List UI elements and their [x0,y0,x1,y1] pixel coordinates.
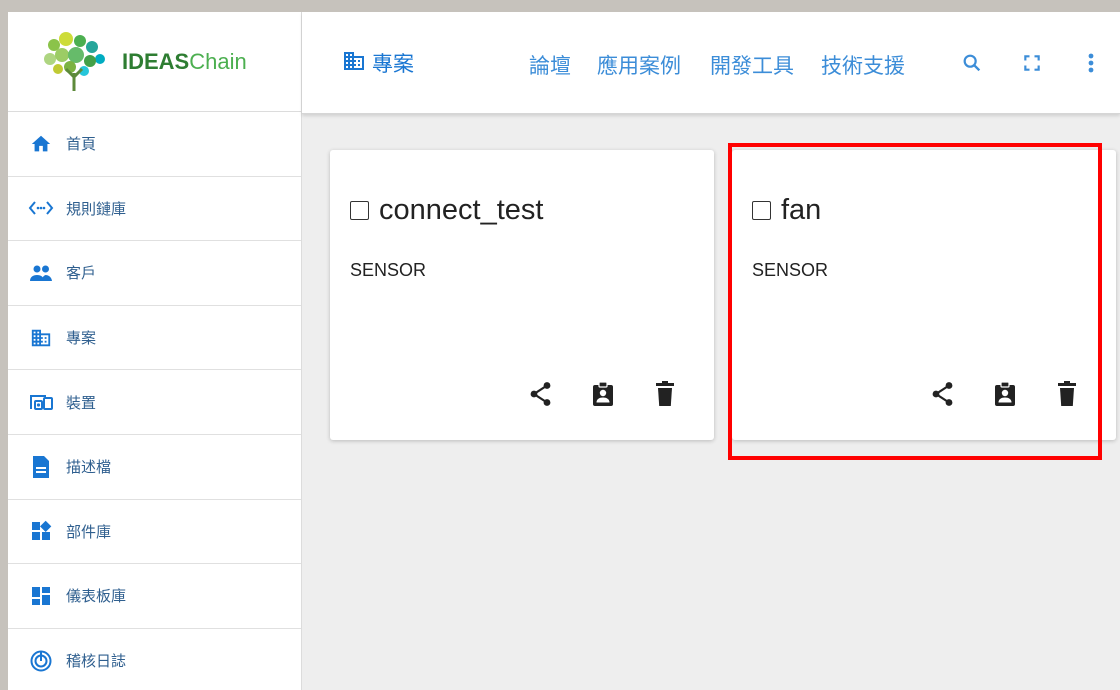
building-icon [342,49,366,77]
project-name: connect_test [379,194,544,226]
share-icon [530,382,551,406]
sidebar-item-projects[interactable]: 專案 [8,306,301,371]
sidebar-item-devices[interactable]: 裝置 [8,370,301,435]
devices-icon [28,389,54,415]
audit-log-icon [28,648,54,674]
sidebar-item-label: 專案 [66,329,97,348]
building-icon [28,325,54,351]
nav-link-forum[interactable]: 論壇 [529,50,571,80]
more-menu-button[interactable] [1076,48,1106,78]
project-card[interactable]: fan SENSOR [732,150,1116,440]
brand-name: IDEASChain [122,49,247,75]
nav-link-use-cases[interactable]: 應用案例 [597,50,681,80]
code-icon [28,195,54,221]
sidebar-item-customers[interactable]: 客戶 [8,241,301,306]
select-checkbox[interactable] [350,201,369,220]
assign-customer-button[interactable] [588,376,618,412]
breadcrumb: 專案 [342,48,414,78]
sidebar-item-label: 部件庫 [66,522,112,541]
sidebar-item-rule-chains[interactable]: 規則鏈庫 [8,177,301,242]
card-title: connect_test [350,194,543,227]
project-name: fan [781,194,822,226]
search-icon [963,54,981,72]
search-button[interactable] [957,48,987,78]
sidebar-item-label: 首頁 [66,135,97,154]
delete-button[interactable] [650,376,680,412]
home-icon [28,131,54,157]
card-title: fan [752,194,821,227]
app-frame: IDEASChain 首頁 規則鏈庫 客戶 專案 裝置 描述檔 部件庫 儀表板庫… [8,12,1120,690]
top-toolbar: 專案 論壇 應用案例 開發工具 技術支援 [302,12,1120,114]
project-type: SENSOR [752,260,829,280]
document-icon [28,454,54,480]
sidebar: IDEASChain 首頁 規則鏈庫 客戶 專案 裝置 描述檔 部件庫 儀表板庫… [8,12,302,690]
logo-tree-icon [44,31,105,91]
widgets-icon [28,518,54,544]
brand-name-part2: Chain [189,48,247,74]
trash-icon [1058,381,1076,406]
fullscreen-button[interactable] [1017,48,1047,78]
brand-name-part1: IDEAS [122,48,190,74]
project-card[interactable]: connect_test SENSOR [330,150,714,440]
sidebar-item-label: 裝置 [66,393,97,412]
sidebar-item-label: 客戶 [66,264,97,283]
share-button[interactable] [526,376,556,412]
sidebar-item-profiles[interactable]: 描述檔 [8,435,301,500]
page-title: 專案 [372,52,414,76]
brand-logo[interactable]: IDEASChain [8,12,301,112]
delete-button[interactable] [1052,376,1082,412]
sidebar-item-dashboards[interactable]: 儀表板庫 [8,564,301,629]
trash-icon [656,381,674,406]
share-icon [932,382,953,406]
dashboard-icon [28,583,54,609]
sidebar-item-label: 稽核日誌 [66,652,127,671]
select-checkbox[interactable] [752,201,771,220]
more-vert-icon [1088,53,1094,73]
project-type: SENSOR [350,260,427,280]
assign-customer-button[interactable] [990,376,1020,412]
assignment-ind-icon [995,381,1015,406]
sidebar-item-audit-logs[interactable]: 稽核日誌 [8,629,301,690]
sidebar-item-label: 儀表板庫 [66,587,127,606]
nav-link-support[interactable]: 技術支援 [821,50,905,80]
nav-link-dev-tools[interactable]: 開發工具 [710,50,794,80]
sidebar-item-home[interactable]: 首頁 [8,112,301,177]
share-button[interactable] [928,376,958,412]
assignment-ind-icon [593,381,613,406]
sidebar-item-widgets-library[interactable]: 部件庫 [8,500,301,565]
fullscreen-icon [1024,55,1040,71]
sidebar-item-label: 描述檔 [66,458,112,477]
people-icon [28,260,54,286]
sidebar-item-label: 規則鏈庫 [66,199,127,218]
